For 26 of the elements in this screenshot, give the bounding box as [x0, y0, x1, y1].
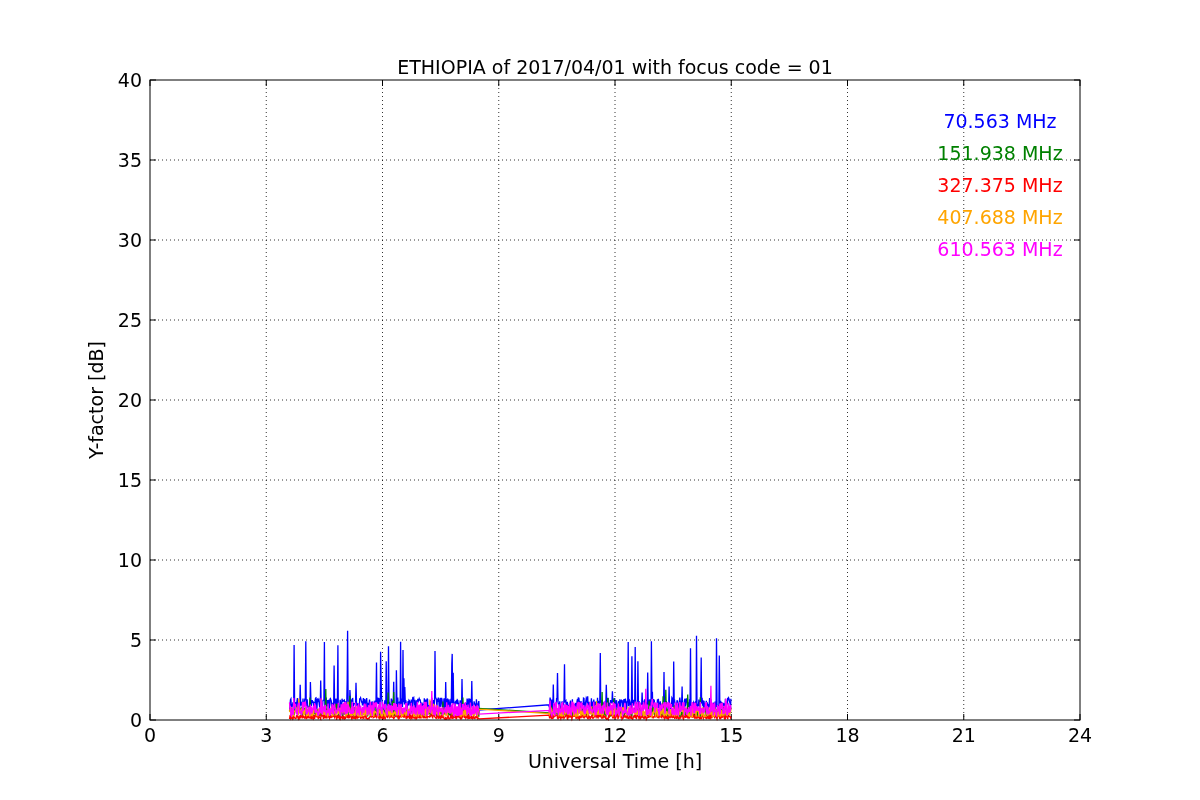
legend-label: 407.688 MHz [937, 206, 1063, 228]
tick-label: 6 [376, 724, 389, 746]
legend-label: 70.563 MHz [943, 110, 1057, 132]
tick-label: 30 [117, 229, 142, 251]
tick-label: 3 [260, 724, 273, 746]
tick-label: 15 [719, 724, 744, 746]
tick-label: 0 [143, 724, 157, 746]
legend-label: 151.938 MHz [937, 142, 1063, 164]
tick-label: 0 [129, 709, 142, 731]
x-axis-label: Universal Time [h] [527, 750, 703, 772]
tick-label: 10 [117, 549, 142, 571]
tick-label: 5 [129, 629, 142, 651]
legend-label: 327.375 MHz [937, 174, 1063, 196]
tick-label: 35 [117, 149, 142, 171]
tick-label: 40 [117, 69, 142, 91]
tick-label: 15 [117, 469, 142, 491]
chart-title: ETHIOPIA of 2017/04/01 with focus code = 01 [397, 56, 833, 78]
tick-label: 9 [492, 724, 505, 746]
tick-label: 24 [1067, 724, 1093, 746]
tick-label: 20 [117, 389, 142, 411]
tick-label: 25 [117, 309, 142, 331]
tick-label: 12 [602, 724, 628, 746]
tick-label: 18 [835, 724, 860, 746]
y-axis-label: Y-factor [dB] [85, 341, 107, 459]
legend-label: 610.563 MHz [937, 238, 1063, 260]
tick-label: 21 [951, 724, 976, 746]
